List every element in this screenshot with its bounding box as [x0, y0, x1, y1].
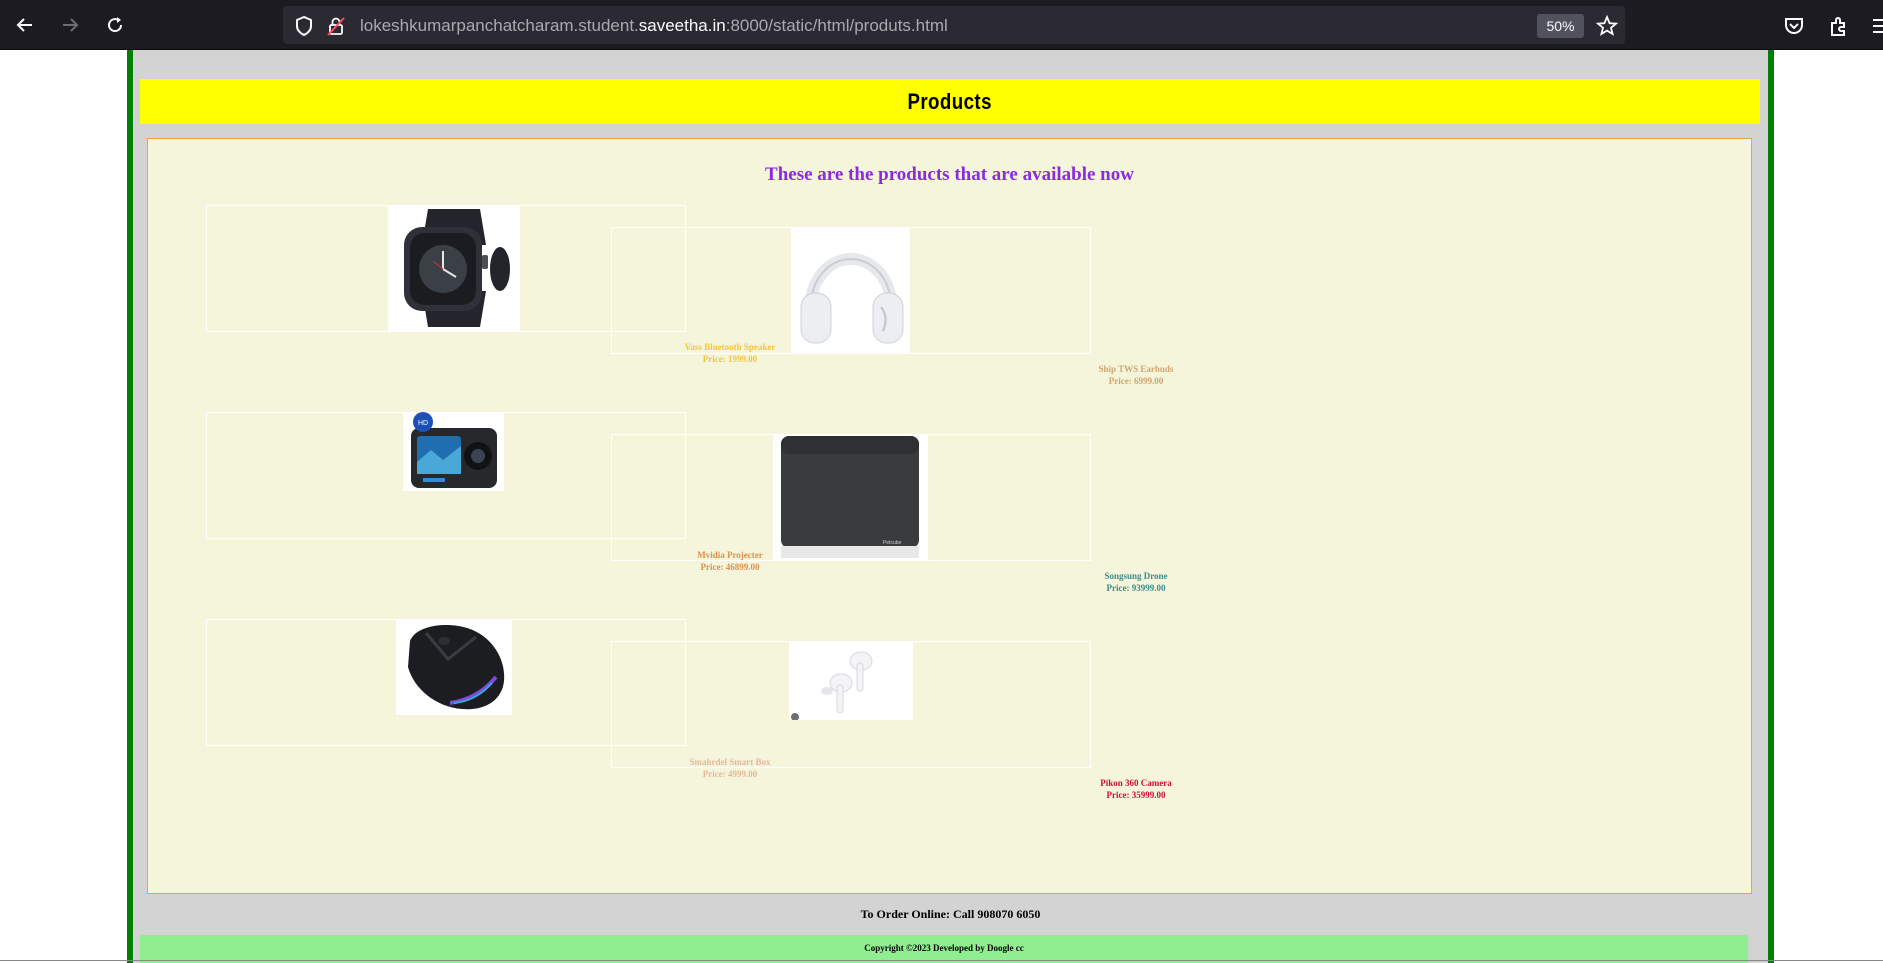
reload-button[interactable]: [101, 11, 129, 39]
product-caption: Songsung Drone Price: 93999.00: [1066, 570, 1206, 594]
url-text[interactable]: lokeshkumarpanchatcharam.student.saveeth…: [360, 16, 948, 36]
product-price: Price: 35999.00: [1106, 790, 1166, 800]
product-name: Songsung Drone: [1104, 571, 1168, 581]
bookmark-star-icon[interactable]: [1596, 15, 1618, 37]
product-price: Price: 6999.00: [1108, 376, 1164, 386]
window-bottom-edge: [0, 960, 1883, 961]
copyright-text: Copyright ©2023 Developed by Doogle cc: [864, 943, 1024, 953]
product-name: Ship TWS Earbuds: [1098, 364, 1174, 374]
product-image-headphones[interactable]: [791, 227, 910, 353]
product-price: Price: 4999.00: [702, 769, 758, 779]
insecure-lock-icon[interactable]: [325, 15, 347, 37]
product-caption: Pikon 360 Camera Price: 35999.00: [1066, 777, 1206, 801]
svg-text:Petcube: Petcube: [883, 540, 902, 546]
forward-arrow-icon: [63, 18, 79, 32]
page-footer: Copyright ©2023 Developed by Doogle cc: [140, 935, 1748, 963]
menu-icon[interactable]: [1870, 14, 1883, 38]
product-caption: Vass Bluetooth Speaker Price: 1999.00: [660, 341, 800, 365]
product-caption: Ship TWS Earbuds Price: 6999.00: [1066, 363, 1206, 387]
zoom-level-badge[interactable]: 50%: [1537, 14, 1584, 38]
back-button[interactable]: [11, 11, 39, 39]
page-title: Products: [907, 88, 993, 114]
page-header: Products: [140, 79, 1760, 124]
browser-toolbar: lokeshkumarpanchatcharam.student.saveeth…: [0, 0, 1883, 50]
product-image-action-camera[interactable]: HD: [403, 412, 504, 491]
product-price: Price: 1999.00: [702, 354, 758, 364]
svg-text:HD: HD: [418, 420, 428, 427]
back-arrow-icon: [16, 18, 32, 32]
product-price: Price: 93999.00: [1106, 583, 1166, 593]
product-name: Vass Bluetooth Speaker: [684, 342, 776, 352]
forward-button[interactable]: [56, 11, 84, 39]
product-price: Price: 46899.00: [700, 562, 760, 572]
product-name: Pikon 360 Camera: [1100, 778, 1172, 788]
pocket-icon[interactable]: [1782, 14, 1806, 38]
product-image-earbuds[interactable]: [789, 641, 913, 720]
extensions-icon[interactable]: [1827, 14, 1851, 38]
page-body: Products These are the products that are…: [127, 50, 1774, 963]
product-image-smartwatch[interactable]: [388, 205, 520, 331]
product-caption: Smahrdel Smart Box Price: 4999.00: [660, 756, 800, 780]
address-bar[interactable]: lokeshkumarpanchatcharam.student.saveeth…: [283, 6, 1625, 44]
product-name: Smahrdel Smart Box: [689, 757, 771, 767]
shield-icon[interactable]: [293, 15, 315, 37]
product-caption: Mvidia Projecter Price: 46899.00: [660, 549, 800, 573]
product-image-smart-speaker[interactable]: Petcube: [773, 434, 928, 560]
product-name: Mvidia Projecter: [697, 550, 763, 560]
intro-text: These are the products that are availabl…: [765, 164, 1134, 185]
products-section: These are the products that are availabl…: [147, 138, 1752, 894]
product-image-gaming-mouse[interactable]: [396, 619, 512, 715]
reload-icon: [108, 17, 123, 33]
order-info: To Order Online: Call 908070 6050: [860, 907, 1041, 921]
